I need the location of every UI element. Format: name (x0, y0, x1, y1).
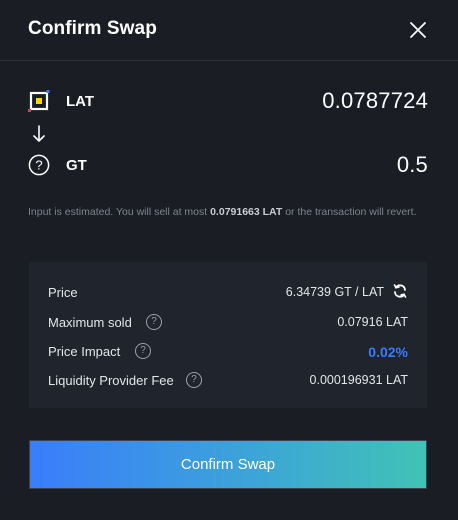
help-icon[interactable]: ? (146, 314, 162, 330)
note-prefix: Input is estimated. You will sell at mos… (28, 206, 211, 218)
price-impact-row: Price Impact ? 0.02% (48, 341, 408, 363)
price-impact-value: 0.02% (368, 344, 408, 360)
unknown-token-icon: ? (28, 154, 50, 176)
note-max-amount: 0.0791663 LAT (210, 206, 283, 218)
to-token-row: ? GT 0.5 (28, 150, 428, 180)
from-token-amount: 0.0787724 (322, 88, 428, 113)
maximum-sold-value: 0.07916 LAT (337, 315, 408, 329)
maximum-sold-label: Maximum sold (48, 315, 132, 330)
modal-title: Confirm Swap (28, 18, 157, 39)
price-row: Price 6.34739 GT / LAT (48, 282, 408, 304)
svg-text:?: ? (35, 158, 42, 173)
confirm-swap-button[interactable]: Confirm Swap (29, 440, 427, 489)
price-label: Price (48, 285, 78, 300)
swap-details-panel: Price 6.34739 GT / LAT Maximum sold ? 0.… (29, 262, 427, 408)
liquidity-fee-value: 0.000196931 LAT (309, 373, 408, 387)
note-suffix: or the transaction will revert. (282, 206, 417, 218)
close-icon[interactable] (406, 18, 430, 42)
refresh-icon[interactable] (392, 283, 408, 299)
to-token-amount: 0.5 (396, 152, 428, 177)
liquidity-fee-label: Liquidity Provider Fee (48, 373, 174, 388)
help-icon[interactable]: ? (186, 372, 202, 388)
from-token-row: LAT 0.0787724 (28, 86, 428, 116)
liquidity-fee-row: Liquidity Provider Fee ? 0.000196931 LAT (48, 370, 408, 392)
maximum-sold-row: Maximum sold ? 0.07916 LAT (48, 312, 408, 334)
lat-token-icon (28, 90, 50, 112)
estimate-note: Input is estimated. You will sell at mos… (28, 206, 418, 218)
from-token-symbol: LAT (66, 93, 95, 110)
price-impact-label: Price Impact (48, 344, 121, 359)
modal-header: Confirm Swap (0, 0, 458, 61)
arrow-down-icon (33, 125, 45, 142)
price-value: 6.34739 GT / LAT (285, 285, 384, 299)
to-token-symbol: GT (66, 157, 87, 174)
help-icon[interactable]: ? (135, 343, 151, 359)
